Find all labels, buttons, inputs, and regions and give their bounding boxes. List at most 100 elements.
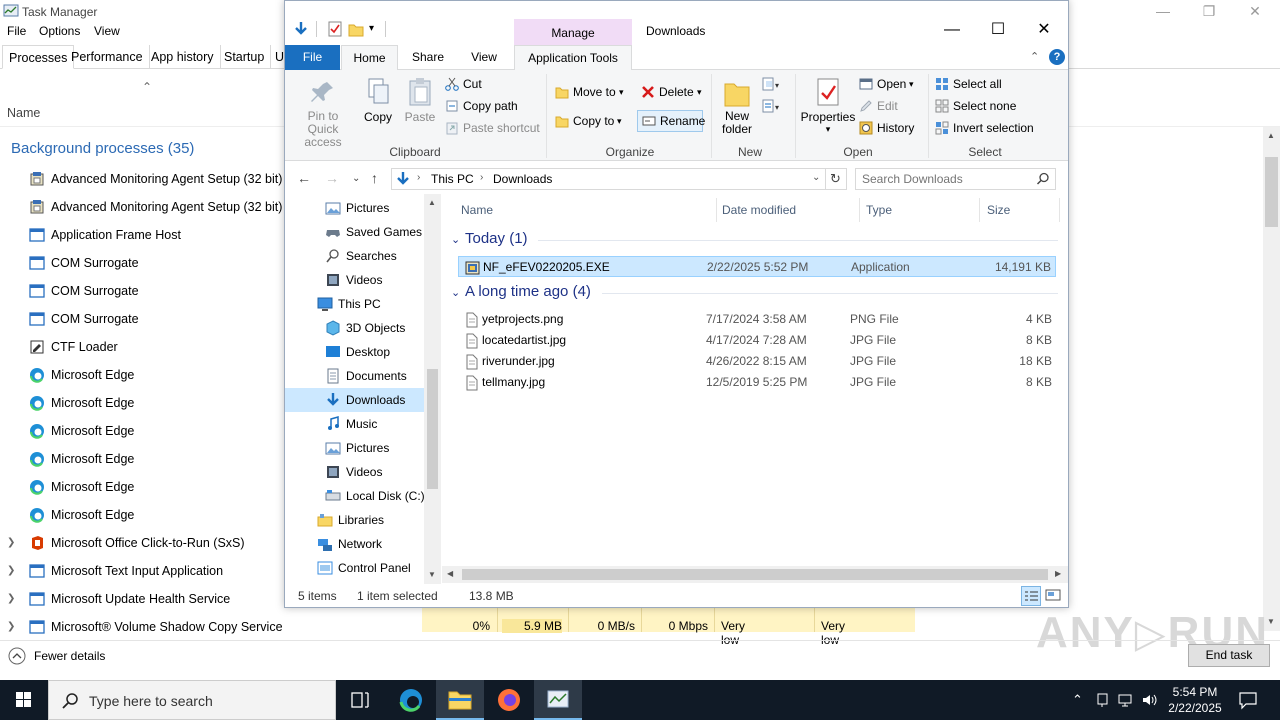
process-row[interactable]: Microsoft Edge [0,389,285,417]
scroll-up-icon[interactable]: ▲ [1267,131,1275,140]
scrollbar-thumb[interactable] [462,569,1048,580]
nav-item-saved-games[interactable]: Saved Games [285,220,424,244]
tab-performance[interactable]: Performance [65,45,150,69]
properties-button[interactable]: Properties ▾ [799,76,857,135]
nav-item-pictures[interactable]: Pictures [285,436,424,460]
search-icon[interactable] [1036,172,1050,186]
process-row[interactable]: Advanced Monitoring Agent Setup (32 bit) [0,165,285,193]
file-row[interactable]: NF_eFEV0220205.EXE 2/22/2025 5:52 PM Appli… [458,256,1056,277]
group-header[interactable]: Today (1) [465,230,528,247]
tm-maximize-button[interactable]: ❐ [1186,0,1232,22]
close-button[interactable]: ✕ [1021,15,1067,45]
scrollbar-thumb[interactable] [427,369,438,489]
nav-item-music[interactable]: Music [285,412,424,436]
process-row[interactable]: Microsoft Edge [0,501,285,529]
tab-share[interactable]: Share [403,45,453,70]
properties-check-icon[interactable] [327,21,343,37]
menu-options[interactable]: Options [39,24,80,38]
nav-item-network[interactable]: Network [285,532,424,556]
process-row[interactable]: ❯ Microsoft Office Click-to-Run (SxS) [0,529,285,557]
taskbar-firefox[interactable] [485,680,533,720]
expand-chevron-icon[interactable]: ❯ [7,621,15,632]
nav-item-pictures[interactable]: Pictures [285,196,424,220]
scroll-down-icon[interactable]: ▼ [428,570,436,579]
back-arrow-icon[interactable]: ← [297,170,311,186]
nav-item-local-disk-c[interactable]: Local Disk (C:) [285,484,425,508]
column-header-date-modified[interactable]: Date modified [722,203,796,217]
process-row[interactable]: ❯ Microsoft Text Input Application [0,557,285,585]
tab-view[interactable]: View [459,45,509,70]
address-bar[interactable]: › This PC › Downloads ⌄ [391,168,826,190]
process-row[interactable]: COM Surrogate [0,249,285,277]
file-row[interactable]: yetprojects.png 7/17/2024 3:58 AM PNG File… [458,309,1056,330]
process-row[interactable]: ❯ Microsoft Update Health Service [0,585,285,613]
large-icons-view-icon[interactable] [1045,587,1061,603]
menu-view[interactable]: View [94,24,120,38]
up-arrow-icon[interactable]: ↑ [371,170,378,186]
column-header-name[interactable]: Name [7,106,40,120]
taskbar-task-manager[interactable] [534,680,582,720]
rename-button[interactable]: Rename [637,110,705,132]
scroll-left-icon[interactable]: ◀ [447,569,453,578]
file-list-horizontal-scrollbar[interactable]: ◀ ▶ [442,566,1068,583]
expand-chevron-icon[interactable]: ❯ [7,537,15,548]
group-header[interactable]: A long time ago (4) [465,283,591,300]
new-folder-button[interactable]: New folder [717,76,757,136]
easy-access-icon[interactable]: ▾ [761,98,783,114]
nav-item-searches[interactable]: Searches [285,244,424,268]
menu-file[interactable]: File [7,24,26,38]
column-header-type[interactable]: Type [866,203,892,217]
navigation-pane-scrollbar[interactable]: ▲ ▼ [424,194,441,584]
tab-file[interactable]: File [285,45,340,70]
tm-minimize-button[interactable]: — [1140,0,1186,22]
scrollbar-thumb[interactable] [1265,157,1278,227]
nav-item-control-panel[interactable]: Control Panel [285,556,424,580]
fewer-details-link[interactable]: Fewer details [34,649,105,663]
process-list-scrollbar[interactable]: ▲ ▼ [1263,127,1280,631]
scroll-right-icon[interactable]: ▶ [1055,569,1061,578]
taskbar-clock[interactable]: 5:54 PM 2/22/2025 [1162,684,1228,716]
recent-locations-icon[interactable]: ⌄ [352,173,360,184]
process-row[interactable]: Microsoft Edge [0,445,285,473]
tab-processes[interactable]: Processes [2,45,75,69]
nav-item-libraries[interactable]: Libraries [285,508,424,532]
process-row[interactable]: Advanced Monitoring Agent Setup (32 bit) [0,193,285,221]
pin-quick-access-button[interactable]: Pin to Quick access [291,76,355,149]
maximize-button[interactable]: ☐ [975,15,1021,45]
paste-button[interactable]: Paste [401,76,439,124]
forward-arrow-icon[interactable]: → [325,170,339,186]
process-row[interactable]: Microsoft Edge [0,361,285,389]
search-input[interactable] [862,172,1032,186]
new-item-icon[interactable]: ▾ [761,76,783,92]
breadcrumb-downloads[interactable]: Downloads [493,172,552,186]
nav-item-videos[interactable]: Videos [285,268,424,292]
column-header-size[interactable]: Size [987,203,1010,217]
details-view-icon[interactable] [1021,586,1041,606]
process-row[interactable]: CTF Loader [0,333,285,361]
volume-icon[interactable] [1141,692,1159,708]
tab-app-history[interactable]: App history [145,45,221,69]
process-row[interactable]: ❯ Microsoft® Volume Shadow Copy Service [0,613,285,641]
column-header-name[interactable]: Name [461,203,493,217]
search-box[interactable] [855,168,1056,190]
show-hidden-icons-icon[interactable]: ⌃ [1072,692,1083,708]
qat-dropdown-icon[interactable]: ▾ [369,23,374,34]
help-icon[interactable]: ? [1049,49,1065,65]
refresh-icon[interactable]: ↻ [825,168,847,190]
device-icon[interactable] [1095,692,1111,708]
task-view-button[interactable] [336,680,384,720]
address-dropdown-icon[interactable]: ⌄ [812,172,820,183]
tab-application-tools[interactable]: Application Tools [514,45,632,70]
group-collapse-icon[interactable]: ⌄ [451,286,460,299]
copy-button[interactable]: Copy [359,76,397,124]
download-arrow-icon[interactable] [293,21,309,37]
file-row[interactable]: tellmany.jpg 12/5/2019 5:25 PM JPG File 8 K… [458,372,1056,393]
new-folder-icon[interactable] [348,21,364,37]
nav-item-videos[interactable]: Videos [285,460,424,484]
process-row[interactable]: Microsoft Edge [0,417,285,445]
end-task-button[interactable]: End task [1188,644,1270,667]
process-row[interactable]: COM Surrogate [0,277,285,305]
nav-item-3d-objects[interactable]: 3D Objects [285,316,424,340]
nav-item-downloads[interactable]: Downloads [285,388,424,412]
process-row[interactable]: Microsoft Edge [0,473,285,501]
